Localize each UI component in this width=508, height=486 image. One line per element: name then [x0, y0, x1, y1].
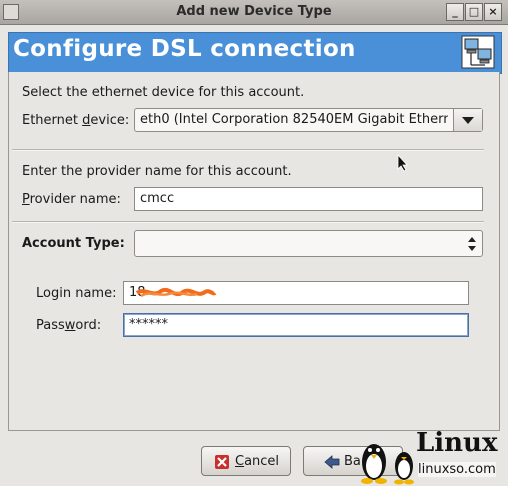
watermark-logo: Linux linuxso.com — [356, 428, 508, 486]
close-button[interactable]: × — [484, 3, 502, 21]
redaction-scribble — [135, 287, 217, 298]
provider-name-value: cmcc — [140, 191, 175, 206]
provider-label-suffix: rovider name: — [29, 192, 121, 207]
watermark-brand: Linux — [416, 428, 498, 458]
password-input[interactable]: ****** — [123, 313, 469, 337]
account-type-select[interactable] — [134, 230, 483, 257]
up-down-arrows-icon — [468, 237, 476, 251]
mouse-cursor-icon — [397, 154, 408, 172]
ethernet-prompt: Select the ethernet device for this acco… — [22, 85, 305, 100]
cancel-suffix: ancel — [244, 454, 280, 469]
watermark-text: linuxso.com — [418, 462, 496, 477]
cancel-icon — [215, 455, 229, 469]
ethernet-label-suffix: evice: — [90, 113, 130, 128]
ethernet-label-prefix: Ethernet — [22, 113, 83, 128]
triangle-down-icon — [462, 117, 474, 124]
cancel-button[interactable]: Cancel — [201, 446, 291, 476]
separator — [12, 221, 484, 223]
close-icon: × — [488, 5, 498, 18]
password-label-suffix: ord: — [75, 318, 102, 333]
provider-name-input[interactable]: cmcc — [134, 187, 483, 211]
login-name-label: Login name: — [36, 286, 117, 301]
cancel-label: Cancel — [235, 454, 279, 469]
password-label-prefix: Pass — [36, 318, 65, 333]
account-type-label: Account Type: — [22, 236, 125, 251]
provider-prompt: Enter the provider name for this account… — [22, 164, 292, 179]
minimize-icon: _ — [452, 5, 458, 18]
ethernet-dropdown-button[interactable] — [453, 109, 482, 131]
maximize-button[interactable]: □ — [465, 3, 483, 21]
network-computers-icon — [461, 35, 495, 69]
cancel-mnemonic: C — [235, 454, 245, 469]
password-value: ****** — [129, 317, 168, 332]
ethernet-device-value: eth0 (Intel Corporation 82540EM Gigabit … — [140, 112, 448, 127]
page-title: Configure DSL connection — [13, 36, 356, 62]
separator — [12, 149, 484, 151]
password-label: Password: — [36, 318, 101, 333]
password-label-mnemonic: w — [64, 318, 76, 333]
minimize-button[interactable]: _ — [446, 3, 464, 21]
ethernet-device-select[interactable]: eth0 (Intel Corporation 82540EM Gigabit … — [134, 108, 483, 132]
window-titlebar: Add new Device Type _ □ × — [0, 0, 508, 25]
page-header: Configure DSL connection — [8, 32, 502, 74]
arrow-left-icon — [324, 455, 340, 469]
window-title: Add new Device Type — [176, 4, 332, 19]
provider-name-label: Provider name: — [22, 192, 121, 207]
maximize-icon: □ — [468, 5, 480, 18]
provider-label-mnemonic: P — [22, 192, 30, 207]
ethernet-device-label: Ethernet device: — [22, 113, 129, 128]
